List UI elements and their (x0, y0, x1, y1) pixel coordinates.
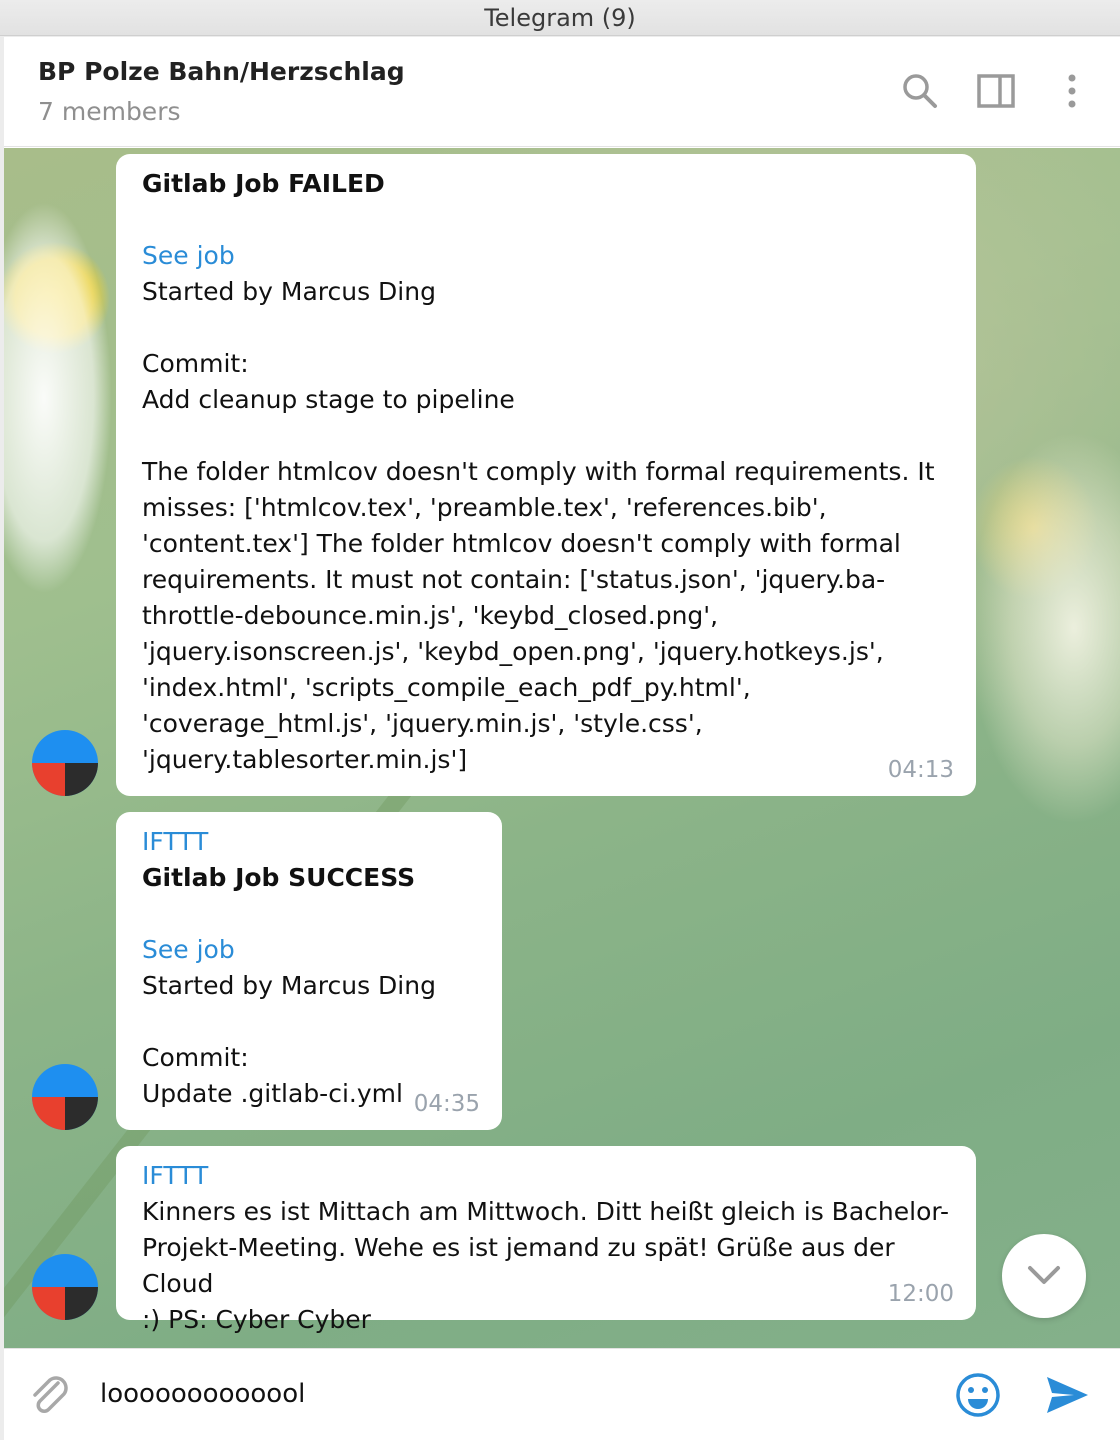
avatar[interactable] (32, 1254, 98, 1320)
chat-window: BP Polze Bahn/Herzschlag 7 members Gitla… (4, 37, 1120, 1440)
message-title: Gitlab Job SUCCESS (142, 863, 416, 892)
chat-name[interactable]: BP Polze Bahn/Herzschlag (38, 57, 405, 86)
send-icon[interactable] (1044, 1373, 1090, 1417)
message-body-line: requirements. It must not contain: ['sta… (142, 565, 886, 594)
sender-name[interactable]: IFTTT (142, 1158, 950, 1194)
message-composer (4, 1348, 1120, 1440)
sender-name[interactable]: IFTTT (142, 824, 476, 860)
message-body-line: 'coverage_html.js', 'jquery.min.js', 'st… (142, 709, 703, 738)
commit-message: Add cleanup stage to pipeline (142, 385, 515, 414)
message-body-line: :) PS: Cyber Cyber (142, 1305, 371, 1334)
message-bubble[interactable]: IFTTT Kinners es ist Mittach am Mittwoch… (116, 1146, 976, 1334)
message-body-line: Kinners es ist Mittach am Mittwoch. Ditt… (142, 1197, 950, 1226)
paperclip-icon[interactable] (26, 1373, 72, 1419)
emoji-icon[interactable] (954, 1371, 1002, 1419)
message-list[interactable]: Gitlab Job FAILED See job Started by Mar… (4, 148, 1120, 1348)
avatar[interactable] (32, 1064, 98, 1130)
message-time: 04:35 (413, 1091, 480, 1117)
window-title: Telegram (9) (0, 0, 1120, 36)
message-body-line: 'jquery.tablesorter.min.js'] (142, 745, 468, 774)
scroll-to-bottom-button[interactable] (1002, 1234, 1086, 1318)
message-title: Gitlab Job FAILED (142, 169, 385, 198)
more-vert-icon[interactable] (1052, 71, 1092, 111)
commit-label: Commit: (142, 349, 249, 378)
message-body-line: 'content.tex'] The folder htmlcov doesn'… (142, 529, 901, 558)
message-time: 04:13 (887, 757, 954, 783)
members-count[interactable]: 7 members (38, 97, 181, 126)
message-body-line: The folder htmlcov doesn't comply with f… (142, 457, 935, 486)
started-by: Started by Marcus Ding (142, 971, 436, 1000)
chevron-down-icon (1028, 1266, 1060, 1284)
message-body-line: 'jquery.isonscreen.js', 'keybd_open.png'… (142, 637, 884, 666)
message-bubble[interactable]: Gitlab Job FAILED See job Started by Mar… (116, 154, 976, 796)
see-job-link[interactable]: See job (142, 932, 476, 968)
search-icon[interactable] (900, 71, 940, 111)
message-body-line: misses: ['htmlcov.tex', 'preamble.tex', … (142, 493, 827, 522)
message-body-line: Projekt-Meeting. Wehe es ist jemand zu s… (142, 1233, 903, 1298)
message-body-line: 'index.html', 'scripts_compile_each_pdf_… (142, 673, 751, 702)
message-bubble[interactable]: IFTTT Gitlab Job SUCCESS See job Started… (116, 812, 502, 1130)
see-job-link[interactable]: See job (142, 238, 950, 274)
commit-label: Commit: (142, 1043, 249, 1072)
avatar[interactable] (32, 730, 98, 796)
sidebar-toggle-icon[interactable] (976, 71, 1016, 111)
message-time: 12:00 (887, 1281, 954, 1307)
started-by: Started by Marcus Ding (142, 277, 436, 306)
chat-header: BP Polze Bahn/Herzschlag 7 members (4, 37, 1120, 147)
message-body-line: throttle-debounce.min.js', 'keybd_closed… (142, 601, 719, 630)
message-input[interactable] (100, 1369, 920, 1419)
